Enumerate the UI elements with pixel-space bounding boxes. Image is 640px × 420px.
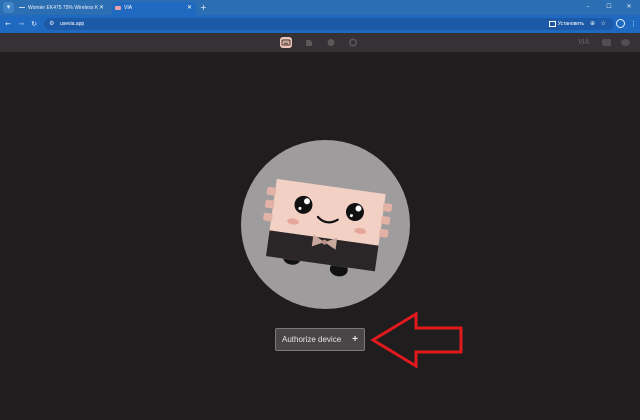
- browser-tab-via[interactable]: VIA ✕: [112, 2, 196, 15]
- install-label: Установить: [557, 21, 584, 27]
- zoom-icon[interactable]: ⊕: [590, 18, 595, 30]
- profile-icon[interactable]: [616, 19, 625, 28]
- browser-menu-icon[interactable]: ⋮: [630, 18, 637, 30]
- keyboard-icon[interactable]: [280, 37, 292, 48]
- tab-title: VIA: [124, 5, 133, 11]
- maximize-button[interactable]: ☐: [604, 2, 614, 12]
- browser-tab-womier[interactable]: Womier EK475 75% Wireless K ✕: [16, 2, 108, 15]
- via-logo: VIA: [578, 39, 590, 46]
- address-bar[interactable]: ⚙ usevia.app Установить ⊕ ☆: [44, 18, 614, 30]
- plus-icon: +: [352, 334, 358, 345]
- browser-toolbar: ← → ↻ ⚙ usevia.app Установить ⊕ ☆ ⋮: [0, 15, 640, 33]
- app-header: VIA: [0, 33, 640, 52]
- annotation-arrow-icon: [370, 311, 463, 369]
- keyboard-mascot-icon: [263, 178, 393, 277]
- back-button[interactable]: ←: [3, 18, 13, 30]
- site-info-icon[interactable]: ⚙: [49, 18, 54, 30]
- via-favicon: [115, 5, 121, 10]
- tab-favicon: [19, 7, 25, 9]
- discord-icon[interactable]: [602, 39, 611, 46]
- settings-icon[interactable]: [347, 37, 359, 48]
- browser-tab-strip: ▾ Womier EK475 75% Wireless K ✕ VIA ✕ + …: [0, 0, 640, 15]
- minimize-button[interactable]: –: [583, 2, 593, 12]
- close-icon[interactable]: ✕: [187, 2, 192, 15]
- test-icon[interactable]: [325, 37, 337, 48]
- install-icon: [548, 20, 556, 27]
- authorize-device-button[interactable]: Authorize device +: [275, 328, 365, 351]
- close-icon[interactable]: ✕: [99, 2, 104, 15]
- url-text[interactable]: usevia.app: [60, 18, 84, 30]
- main-content: Authorize device +: [0, 52, 640, 420]
- new-tab-button[interactable]: +: [200, 2, 207, 13]
- tab-search-button[interactable]: ▾: [3, 2, 14, 13]
- window-close-button[interactable]: ✕: [624, 2, 634, 12]
- github-icon[interactable]: [621, 39, 630, 46]
- forward-button[interactable]: →: [16, 18, 26, 30]
- tab-title: Womier EK475 75% Wireless K: [28, 5, 99, 11]
- mascot-circle: [241, 140, 410, 309]
- design-icon[interactable]: [303, 37, 315, 48]
- reload-button[interactable]: ↻: [29, 18, 39, 30]
- bookmark-star-icon[interactable]: ☆: [601, 18, 606, 30]
- authorize-device-label: Authorize device: [282, 335, 342, 344]
- install-app-button[interactable]: Установить: [548, 18, 584, 30]
